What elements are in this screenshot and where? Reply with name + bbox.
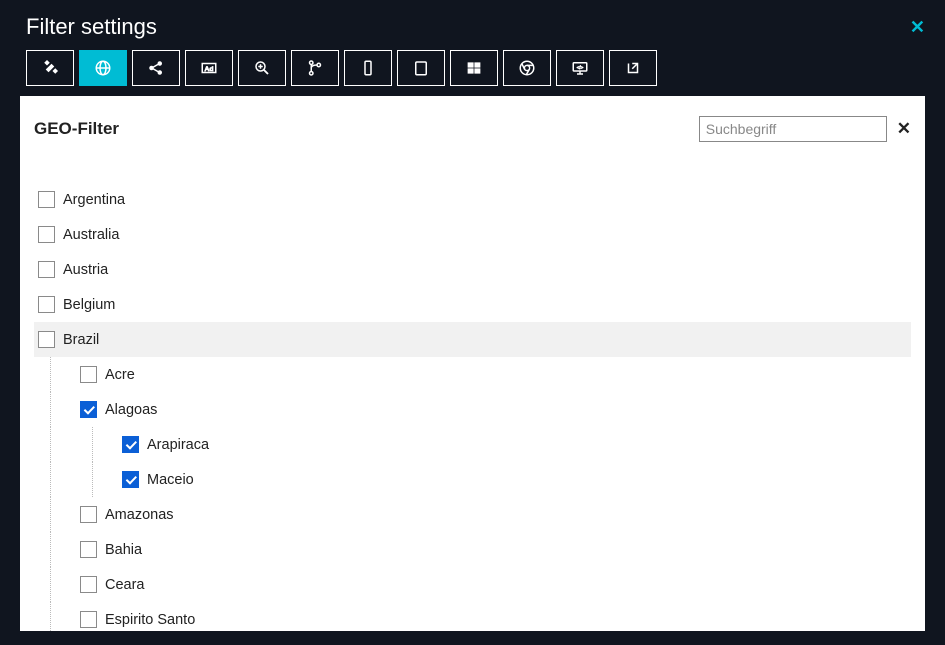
tree-indent bbox=[50, 532, 72, 567]
tree-row[interactable]: Belgium bbox=[34, 287, 911, 322]
tree-checkbox[interactable] bbox=[80, 541, 97, 558]
tree-checkbox[interactable] bbox=[80, 576, 97, 593]
tree-label: Belgium bbox=[63, 297, 115, 313]
tree-row[interactable]: Espirito Santo bbox=[34, 602, 911, 631]
tree-row[interactable]: Bahia bbox=[34, 532, 911, 567]
tree-indent bbox=[50, 497, 72, 532]
geo-filter-panel: GEO-Filter ✕ Argentina Australia Austria Be… bbox=[20, 96, 925, 631]
tree-row[interactable]: Argentina bbox=[34, 182, 911, 217]
tree-row[interactable]: Austria bbox=[34, 252, 911, 287]
tab-chrome[interactable] bbox=[503, 50, 551, 86]
search-wrap: ✕ bbox=[699, 116, 911, 142]
phone-icon bbox=[359, 59, 377, 77]
tab-external[interactable] bbox=[609, 50, 657, 86]
tree-label: Amazonas bbox=[105, 507, 174, 523]
tablet-icon bbox=[412, 59, 430, 77]
svg-text:</>: </> bbox=[577, 65, 584, 70]
svg-text:Ad: Ad bbox=[205, 66, 214, 73]
tree-checkbox[interactable] bbox=[122, 436, 139, 453]
tree-indent bbox=[50, 392, 72, 427]
tree-label: Argentina bbox=[63, 192, 125, 208]
geo-tree: Argentina Australia Austria Belgium Brazil Ac… bbox=[34, 182, 911, 631]
tree-checkbox[interactable] bbox=[38, 331, 55, 348]
tab-monitor[interactable]: </> bbox=[556, 50, 604, 86]
windows-icon bbox=[465, 59, 483, 77]
branch-icon bbox=[306, 59, 324, 77]
tab-zoom[interactable] bbox=[238, 50, 286, 86]
ad-icon: Ad bbox=[200, 59, 218, 77]
tree-indent bbox=[50, 357, 72, 392]
tree-indent bbox=[50, 427, 72, 462]
tree-checkbox[interactable] bbox=[38, 191, 55, 208]
tree-row[interactable]: Maceio bbox=[34, 462, 911, 497]
tab-puzzle[interactable] bbox=[26, 50, 74, 86]
tree-label: Ceara bbox=[105, 577, 145, 593]
tree-indent bbox=[92, 462, 114, 497]
modal-title: Filter settings bbox=[26, 14, 157, 40]
tree-checkbox[interactable] bbox=[38, 261, 55, 278]
tree-checkbox[interactable] bbox=[80, 506, 97, 523]
zoom-icon bbox=[253, 59, 271, 77]
panel-title: GEO-Filter bbox=[34, 119, 119, 139]
tab-globe[interactable] bbox=[79, 50, 127, 86]
tree-row[interactable]: Arapiraca bbox=[34, 427, 911, 462]
tab-ad[interactable]: Ad bbox=[185, 50, 233, 86]
tree-checkbox[interactable] bbox=[80, 611, 97, 628]
tree-checkbox[interactable] bbox=[38, 296, 55, 313]
tree-row[interactable]: Acre bbox=[34, 357, 911, 392]
tree-indent bbox=[50, 567, 72, 602]
tree-label: Acre bbox=[105, 367, 135, 383]
tree-label: Alagoas bbox=[105, 402, 157, 418]
monitor-icon: </> bbox=[571, 59, 589, 77]
filter-tabs: Ad </> bbox=[0, 50, 945, 96]
tree-row[interactable]: Brazil bbox=[34, 322, 911, 357]
tab-share[interactable] bbox=[132, 50, 180, 86]
tree-label: Brazil bbox=[63, 332, 99, 348]
tree-row[interactable]: Amazonas bbox=[34, 497, 911, 532]
panel-header: GEO-Filter ✕ bbox=[34, 116, 911, 142]
tab-tablet[interactable] bbox=[397, 50, 445, 86]
tree-label: Bahia bbox=[105, 542, 142, 558]
tree-indent bbox=[50, 602, 72, 631]
puzzle-icon bbox=[41, 59, 59, 77]
tree-row[interactable]: Ceara bbox=[34, 567, 911, 602]
tab-branch[interactable] bbox=[291, 50, 339, 86]
tree-label: Maceio bbox=[147, 472, 194, 488]
tree-label: Arapiraca bbox=[147, 437, 209, 453]
tree-label: Espirito Santo bbox=[105, 612, 195, 628]
tab-phone[interactable] bbox=[344, 50, 392, 86]
close-icon[interactable]: ✕ bbox=[910, 17, 925, 38]
clear-search-icon[interactable]: ✕ bbox=[897, 119, 911, 139]
share-icon bbox=[147, 59, 165, 77]
tree-checkbox[interactable] bbox=[122, 471, 139, 488]
external-icon bbox=[624, 59, 642, 77]
modal-header: Filter settings ✕ bbox=[0, 0, 945, 50]
tree-indent bbox=[92, 427, 114, 462]
chrome-icon bbox=[518, 59, 536, 77]
tree-label: Austria bbox=[63, 262, 108, 278]
globe-icon bbox=[94, 59, 112, 77]
tree-indent bbox=[50, 462, 72, 497]
tree-checkbox[interactable] bbox=[80, 401, 97, 418]
tab-windows[interactable] bbox=[450, 50, 498, 86]
tree-checkbox[interactable] bbox=[38, 226, 55, 243]
tree-checkbox[interactable] bbox=[80, 366, 97, 383]
tree-label: Australia bbox=[63, 227, 119, 243]
tree-row[interactable]: Alagoas bbox=[34, 392, 911, 427]
tree-row[interactable]: Australia bbox=[34, 217, 911, 252]
search-input[interactable] bbox=[699, 116, 887, 142]
